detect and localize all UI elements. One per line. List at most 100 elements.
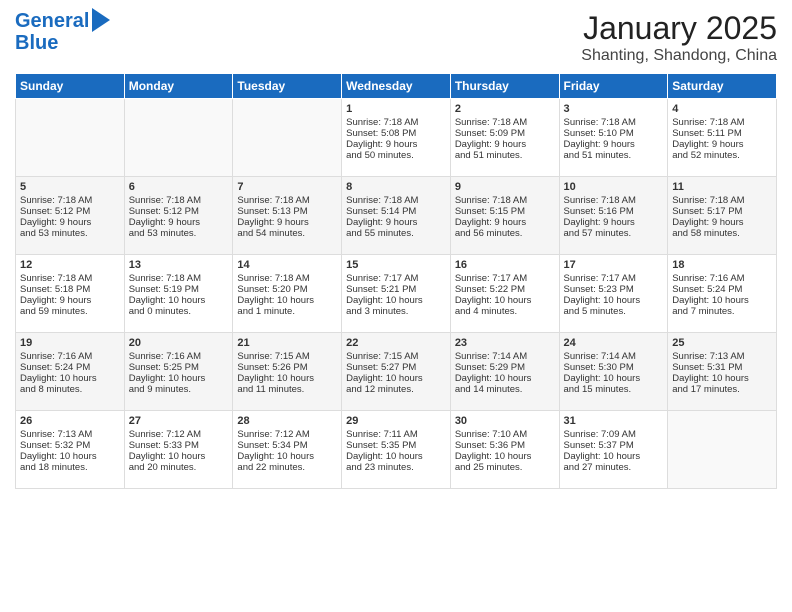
header-tuesday: Tuesday xyxy=(233,74,342,99)
day-number: 30 xyxy=(455,415,555,427)
day-info: Daylight: 10 hours xyxy=(237,373,337,384)
day-info: Daylight: 10 hours xyxy=(346,451,446,462)
day-info: Daylight: 10 hours xyxy=(455,451,555,462)
day-info: Sunrise: 7:11 AM xyxy=(346,429,446,440)
day-number: 31 xyxy=(564,415,664,427)
calendar-cell: 13Sunrise: 7:18 AMSunset: 5:19 PMDayligh… xyxy=(124,255,233,333)
day-number: 8 xyxy=(346,181,446,193)
day-info: Daylight: 10 hours xyxy=(455,295,555,306)
header: General Blue January 2025 Shanting, Shan… xyxy=(15,10,777,65)
day-info: Sunset: 5:23 PM xyxy=(564,284,664,295)
calendar-week-4: 19Sunrise: 7:16 AMSunset: 5:24 PMDayligh… xyxy=(16,333,777,411)
day-info: and 18 minutes. xyxy=(20,462,120,473)
calendar-cell: 2Sunrise: 7:18 AMSunset: 5:09 PMDaylight… xyxy=(450,99,559,177)
day-info: Daylight: 10 hours xyxy=(672,373,772,384)
day-info: Sunset: 5:29 PM xyxy=(455,362,555,373)
day-info: Sunset: 5:34 PM xyxy=(237,440,337,451)
day-info: Daylight: 10 hours xyxy=(20,373,120,384)
day-info: and 55 minutes. xyxy=(346,228,446,239)
day-info: and 23 minutes. xyxy=(346,462,446,473)
calendar-cell: 18Sunrise: 7:16 AMSunset: 5:24 PMDayligh… xyxy=(668,255,777,333)
day-info: Sunset: 5:26 PM xyxy=(237,362,337,373)
day-number: 6 xyxy=(129,181,229,193)
day-info: and 51 minutes. xyxy=(564,150,664,161)
day-info: Sunset: 5:31 PM xyxy=(672,362,772,373)
calendar-cell: 7Sunrise: 7:18 AMSunset: 5:13 PMDaylight… xyxy=(233,177,342,255)
calendar-cell: 11Sunrise: 7:18 AMSunset: 5:17 PMDayligh… xyxy=(668,177,777,255)
day-number: 15 xyxy=(346,259,446,271)
day-info: and 58 minutes. xyxy=(672,228,772,239)
day-info: Sunset: 5:24 PM xyxy=(672,284,772,295)
day-info: Sunrise: 7:18 AM xyxy=(455,117,555,128)
day-info: Sunrise: 7:16 AM xyxy=(20,351,120,362)
calendar-cell: 12Sunrise: 7:18 AMSunset: 5:18 PMDayligh… xyxy=(16,255,125,333)
day-info: Sunrise: 7:12 AM xyxy=(129,429,229,440)
calendar-cell: 21Sunrise: 7:15 AMSunset: 5:26 PMDayligh… xyxy=(233,333,342,411)
header-wednesday: Wednesday xyxy=(342,74,451,99)
day-info: and 5 minutes. xyxy=(564,306,664,317)
day-info: and 25 minutes. xyxy=(455,462,555,473)
day-info: Sunset: 5:15 PM xyxy=(455,206,555,217)
day-info: Sunset: 5:24 PM xyxy=(20,362,120,373)
day-info: and 0 minutes. xyxy=(129,306,229,317)
day-info: Daylight: 10 hours xyxy=(129,373,229,384)
logo: General Blue xyxy=(15,10,110,54)
day-info: Sunrise: 7:13 AM xyxy=(672,351,772,362)
calendar-cell: 25Sunrise: 7:13 AMSunset: 5:31 PMDayligh… xyxy=(668,333,777,411)
calendar-table: Sunday Monday Tuesday Wednesday Thursday… xyxy=(15,73,777,489)
day-info: and 1 minute. xyxy=(237,306,337,317)
calendar-cell: 31Sunrise: 7:09 AMSunset: 5:37 PMDayligh… xyxy=(559,411,668,489)
day-info: Daylight: 10 hours xyxy=(129,295,229,306)
day-info: Sunset: 5:10 PM xyxy=(564,128,664,139)
day-info: and 52 minutes. xyxy=(672,150,772,161)
day-number: 2 xyxy=(455,103,555,115)
day-info: Sunrise: 7:14 AM xyxy=(564,351,664,362)
day-info: Sunrise: 7:17 AM xyxy=(564,273,664,284)
day-info: and 56 minutes. xyxy=(455,228,555,239)
header-thursday: Thursday xyxy=(450,74,559,99)
day-info: Daylight: 9 hours xyxy=(129,217,229,228)
day-info: Sunrise: 7:18 AM xyxy=(346,195,446,206)
day-info: Daylight: 10 hours xyxy=(564,295,664,306)
day-info: Daylight: 9 hours xyxy=(455,139,555,150)
day-info: Sunset: 5:20 PM xyxy=(237,284,337,295)
day-info: and 12 minutes. xyxy=(346,384,446,395)
day-info: and 50 minutes. xyxy=(346,150,446,161)
calendar-cell: 23Sunrise: 7:14 AMSunset: 5:29 PMDayligh… xyxy=(450,333,559,411)
day-info: and 3 minutes. xyxy=(346,306,446,317)
day-info: Sunrise: 7:16 AM xyxy=(129,351,229,362)
day-info: Sunrise: 7:18 AM xyxy=(564,117,664,128)
day-info: Daylight: 9 hours xyxy=(564,217,664,228)
day-info: Sunset: 5:37 PM xyxy=(564,440,664,451)
logo-blue: Blue xyxy=(15,32,58,54)
calendar-title: January 2025 xyxy=(581,10,777,47)
calendar-cell xyxy=(16,99,125,177)
day-info: Sunset: 5:17 PM xyxy=(672,206,772,217)
day-info: Daylight: 9 hours xyxy=(346,139,446,150)
day-info: and 54 minutes. xyxy=(237,228,337,239)
day-info: Daylight: 9 hours xyxy=(455,217,555,228)
day-info: Sunrise: 7:18 AM xyxy=(237,273,337,284)
day-info: Sunrise: 7:18 AM xyxy=(455,195,555,206)
day-info: Sunset: 5:18 PM xyxy=(20,284,120,295)
calendar-cell: 10Sunrise: 7:18 AMSunset: 5:16 PMDayligh… xyxy=(559,177,668,255)
calendar-cell: 28Sunrise: 7:12 AMSunset: 5:34 PMDayligh… xyxy=(233,411,342,489)
day-number: 24 xyxy=(564,337,664,349)
calendar-cell xyxy=(124,99,233,177)
day-info: and 57 minutes. xyxy=(564,228,664,239)
day-info: Daylight: 10 hours xyxy=(346,373,446,384)
calendar-cell: 14Sunrise: 7:18 AMSunset: 5:20 PMDayligh… xyxy=(233,255,342,333)
day-number: 11 xyxy=(672,181,772,193)
day-info: and 17 minutes. xyxy=(672,384,772,395)
day-number: 26 xyxy=(20,415,120,427)
day-info: Sunrise: 7:14 AM xyxy=(455,351,555,362)
day-number: 21 xyxy=(237,337,337,349)
day-info: Sunset: 5:33 PM xyxy=(129,440,229,451)
day-info: Daylight: 9 hours xyxy=(20,295,120,306)
calendar-week-3: 12Sunrise: 7:18 AMSunset: 5:18 PMDayligh… xyxy=(16,255,777,333)
day-info: Sunrise: 7:18 AM xyxy=(672,117,772,128)
day-info: Sunset: 5:30 PM xyxy=(564,362,664,373)
day-info: Daylight: 9 hours xyxy=(237,217,337,228)
day-info: Sunrise: 7:18 AM xyxy=(129,273,229,284)
calendar-cell: 9Sunrise: 7:18 AMSunset: 5:15 PMDaylight… xyxy=(450,177,559,255)
